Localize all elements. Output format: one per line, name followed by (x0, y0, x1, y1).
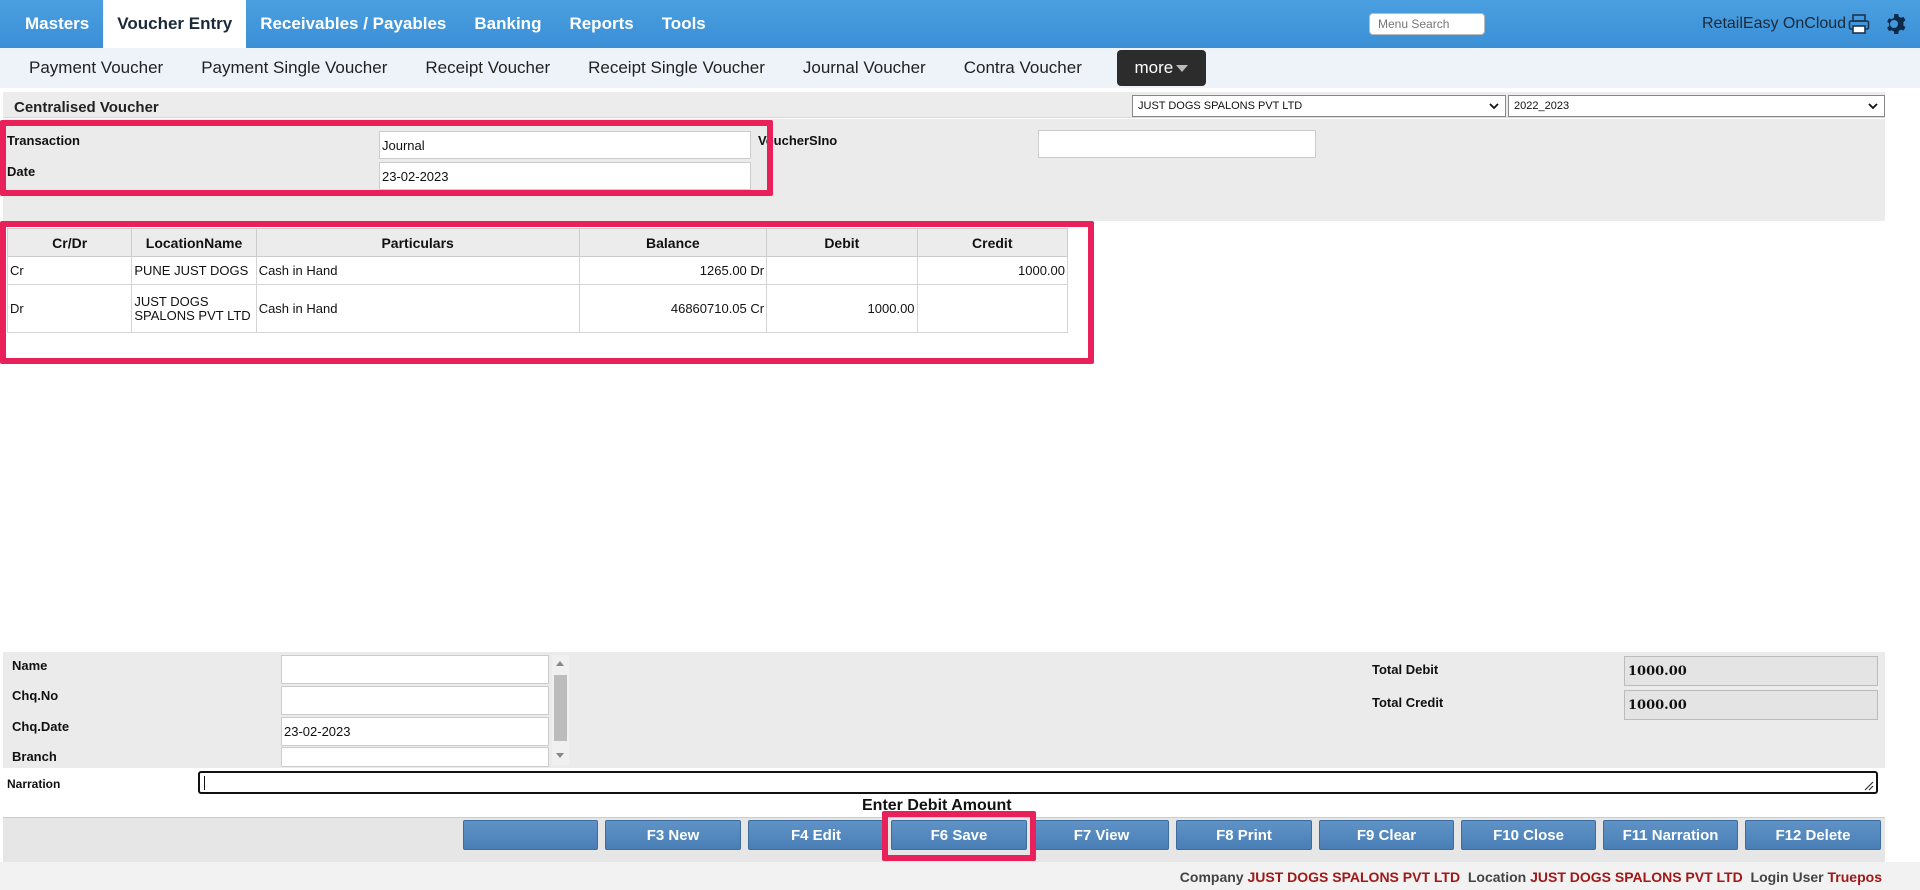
chqno-label: Chq.No (12, 688, 59, 703)
tab-tools[interactable]: Tools (648, 0, 720, 48)
scroll-thumb[interactable] (554, 675, 567, 741)
page-title: Centralised Voucher (14, 99, 159, 116)
col-header-location: LocationName (131, 228, 257, 257)
total-credit-label: Total Credit (1372, 695, 1444, 710)
f6-save-button[interactable]: F6 Save (891, 820, 1027, 850)
f3-new-button[interactable]: F3 New (605, 820, 741, 850)
cell-balance: 1265.00 Dr (578, 256, 768, 285)
col-header-crdr: Cr/Dr (6, 228, 133, 257)
company-select-value: JUST DOGS SPALONS PVT LTD (1138, 100, 1303, 112)
print-icon[interactable] (1848, 14, 1870, 34)
name-label: Name (12, 658, 48, 673)
scroll-down-icon[interactable] (556, 753, 564, 758)
f7-view-button[interactable]: F7 View (1034, 820, 1169, 850)
subnav-payment-voucher[interactable]: Payment Voucher (10, 58, 182, 78)
top-nav: Masters Voucher Entry Receivables / Paya… (0, 0, 1920, 48)
col-header-credit: Credit (916, 228, 1069, 257)
date-field[interactable]: 23-02-2023 (379, 162, 751, 190)
cell-debit[interactable]: 1000.00 (766, 284, 918, 333)
col-header-balance: Balance (578, 228, 768, 257)
date-label: Date (7, 164, 36, 179)
company-select[interactable]: JUST DOGS SPALONS PVT LTD (1132, 95, 1506, 117)
year-select-value: 2022_2023 (1514, 100, 1570, 112)
resize-grip-icon[interactable] (1863, 780, 1874, 791)
tab-receivables-payables[interactable]: Receivables / Payables (246, 0, 460, 48)
cell-credit[interactable] (916, 284, 1069, 333)
year-select[interactable]: 2022_2023 (1508, 95, 1885, 117)
cell-crdr[interactable]: Dr (6, 284, 133, 333)
branch-field[interactable] (281, 747, 549, 767)
narration-label: Narration (7, 777, 61, 791)
f8-print-button[interactable]: F8 Print (1176, 820, 1312, 850)
subnav-journal-voucher[interactable]: Journal Voucher (784, 58, 945, 78)
header-form (3, 119, 1885, 221)
voucher-grid: Cr/Dr LocationName Particulars Balance D… (6, 228, 1069, 333)
total-debit-value: 1000.00 (1624, 656, 1878, 686)
text-caret (204, 776, 205, 790)
voucher-sino-field[interactable] (1038, 130, 1316, 158)
tab-voucher-entry[interactable]: Voucher Entry (103, 0, 247, 48)
cell-location[interactable]: JUST DOGS SPALONS PVT LTD (131, 284, 257, 333)
more-label: more (1134, 58, 1174, 77)
chqdate-label: Chq.Date (12, 719, 70, 734)
cell-location[interactable]: PUNE JUST DOGS (131, 256, 257, 285)
grid-header-row: Cr/Dr LocationName Particulars Balance D… (6, 228, 1069, 257)
footer-info: Company JUST DOGS SPALONS PVT LTD Locati… (1180, 869, 1882, 885)
f4-edit-button[interactable]: F4 Edit (748, 820, 884, 850)
transaction-field[interactable]: Journal (379, 131, 751, 159)
brand-name: RetailEasy OnCloud (1702, 15, 1847, 32)
tab-banking[interactable]: Banking (460, 0, 555, 48)
f10-close-button[interactable]: F10 Close (1461, 820, 1596, 850)
blank-button[interactable] (463, 820, 598, 850)
narration-field[interactable] (198, 771, 1878, 794)
sub-nav: Payment Voucher Payment Single Voucher R… (0, 48, 1920, 88)
subnav-receipt-single-voucher[interactable]: Receipt Single Voucher (569, 58, 784, 78)
status-footer: Company JUST DOGS SPALONS PVT LTD Locati… (0, 862, 1920, 890)
chqdate-field[interactable]: 23-02-2023 (281, 717, 549, 746)
footer-company-value: JUST DOGS SPALONS PVT LTD (1247, 869, 1461, 885)
tab-reports[interactable]: Reports (555, 0, 647, 48)
footer-company-label: Company (1179, 869, 1244, 885)
col-header-debit: Debit (766, 228, 918, 257)
voucher-sino-label: VoucherSIno (758, 133, 838, 148)
branch-label: Branch (12, 749, 57, 764)
f11-narration-button[interactable]: F11 Narration (1603, 820, 1738, 850)
chqno-field[interactable] (281, 686, 549, 715)
table-row[interactable]: Dr JUST DOGS SPALONS PVT LTD Cash in Han… (6, 284, 1069, 333)
name-field[interactable] (281, 655, 549, 684)
subnav-contra-voucher[interactable]: Contra Voucher (945, 58, 1101, 78)
cell-crdr[interactable]: Cr (6, 256, 133, 285)
transaction-label: Transaction (7, 133, 80, 148)
status-message: Enter Debit Amount (862, 797, 1012, 814)
footer-login-label: Login User (1750, 869, 1824, 885)
footer-location-value: JUST DOGS SPALONS PVT LTD (1530, 869, 1743, 885)
menu-search-input[interactable] (1369, 13, 1485, 35)
cell-debit[interactable] (766, 256, 918, 285)
cell-particulars[interactable]: Cash in Hand (255, 256, 580, 285)
total-credit-value: 1000.00 (1624, 690, 1878, 720)
gear-icon[interactable] (1884, 12, 1908, 36)
f9-clear-button[interactable]: F9 Clear (1319, 820, 1454, 850)
footer-location-label: Location (1467, 869, 1527, 885)
chevron-down-icon (1489, 103, 1499, 110)
more-button[interactable]: more (1116, 50, 1206, 86)
cell-credit[interactable]: 1000.00 (916, 256, 1069, 285)
tab-masters[interactable]: Masters (0, 0, 103, 48)
total-debit-label: Total Debit (1372, 662, 1439, 677)
subnav-receipt-voucher[interactable]: Receipt Voucher (406, 58, 569, 78)
table-row[interactable]: Cr PUNE JUST DOGS Cash in Hand 1265.00 D… (6, 256, 1069, 285)
form-scrollbar[interactable] (552, 655, 569, 765)
cell-particulars[interactable]: Cash in Hand (255, 284, 580, 333)
f12-delete-button[interactable]: F12 Delete (1745, 820, 1881, 850)
subnav-payment-single-voucher[interactable]: Payment Single Voucher (182, 58, 406, 78)
scroll-up-icon[interactable] (556, 661, 564, 666)
col-header-particulars: Particulars (255, 228, 580, 257)
cell-balance: 46860710.05 Cr (578, 284, 768, 333)
caret-down-icon (1176, 64, 1189, 72)
footer-login-value: Truepos (1827, 869, 1882, 885)
chevron-down-icon (1868, 103, 1878, 110)
